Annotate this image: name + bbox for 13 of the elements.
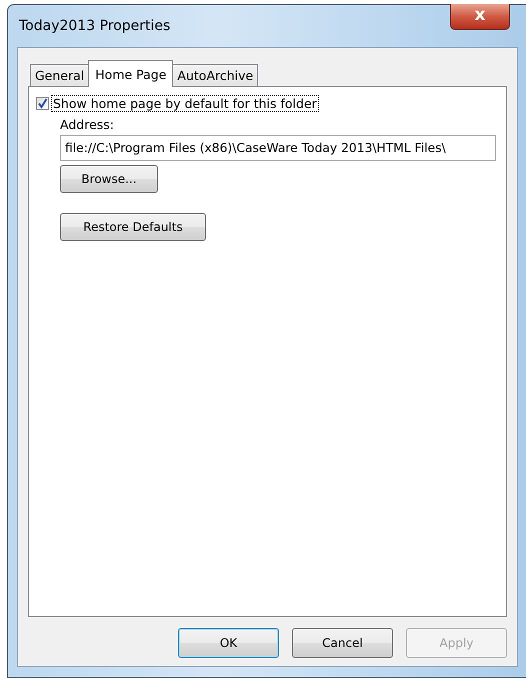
address-field[interactable]: file://C:\Program Files (x86)\CaseWare Today 2013\HTML Files\ <box>60 135 496 161</box>
checkbox[interactable] <box>36 97 49 110</box>
checkbox-label[interactable]: Show home page by default for this folder <box>51 95 319 112</box>
tab[interactable]: Home Page <box>88 60 174 87</box>
restore-defaults-button[interactable]: Restore Defaults <box>60 213 206 241</box>
window-title: Today2013 Properties <box>18 18 170 34</box>
dialog-button[interactable]: OK <box>178 628 279 658</box>
close-button[interactable]: x <box>450 4 510 30</box>
tab[interactable]: General <box>30 64 90 86</box>
tab[interactable]: AutoArchive <box>172 64 258 86</box>
address-label: Address: <box>60 117 115 132</box>
dialog-button[interactable]: Cancel <box>292 628 393 658</box>
browse-button[interactable]: Browse... <box>60 165 158 193</box>
